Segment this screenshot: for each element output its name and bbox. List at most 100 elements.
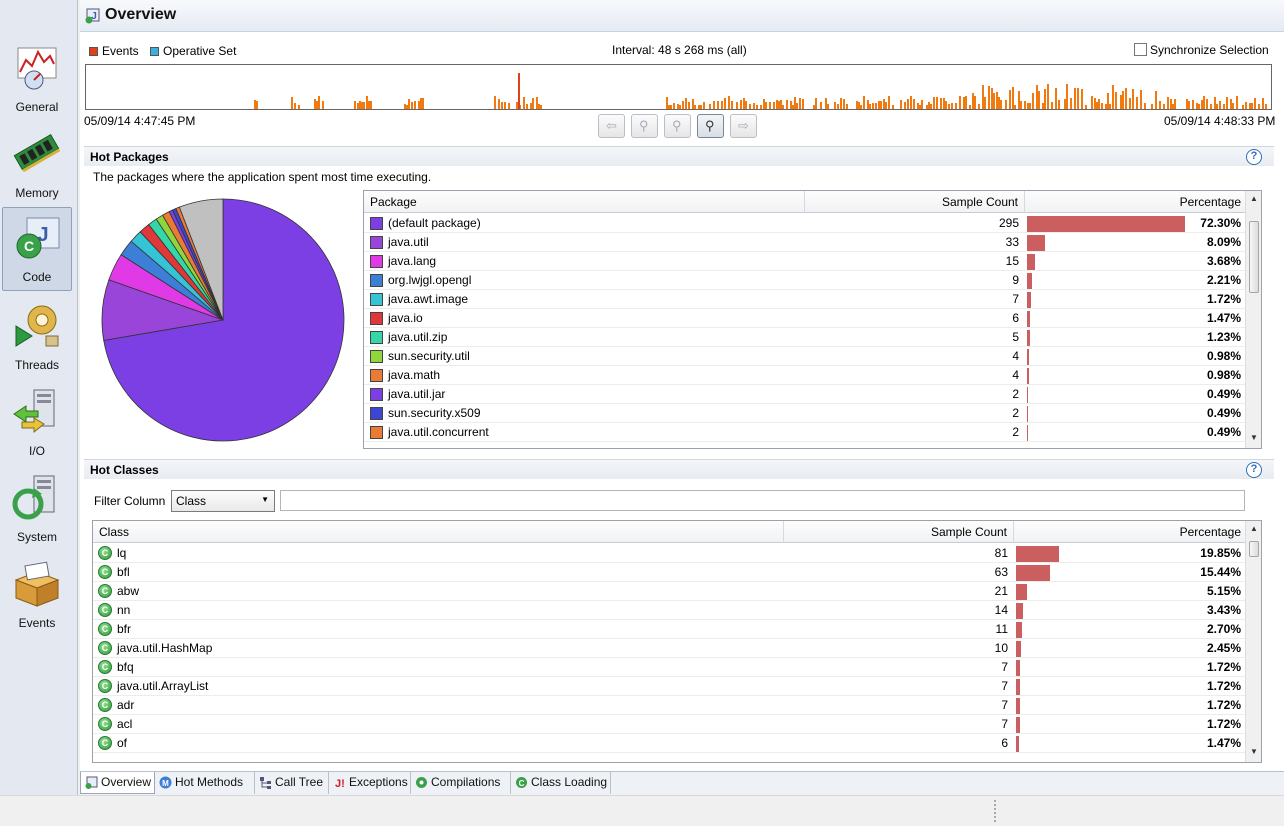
timeline-chart[interactable] xyxy=(85,64,1272,110)
packages-scrollbar[interactable]: ▲ ▼ xyxy=(1245,191,1261,448)
timeline-event-mark xyxy=(863,96,865,109)
tab-compilations[interactable]: Compilations xyxy=(411,772,511,794)
timeline-event-mark xyxy=(1125,88,1127,109)
scroll-up-icon[interactable]: ▲ xyxy=(1250,524,1258,533)
classes-scrollbar[interactable]: ▲ ▼ xyxy=(1245,521,1261,762)
timeline-event-mark xyxy=(366,96,368,109)
hot-classes-header: Hot Classes ? xyxy=(84,459,1274,479)
table-row[interactable]: Cnn 14 3.43% xyxy=(93,601,1247,620)
table-row[interactable]: Cjava.util.HashMap 10 2.45% xyxy=(93,639,1247,658)
tab-label: Overview xyxy=(101,775,152,789)
sidebar-item-threads[interactable]: Threads xyxy=(2,294,72,378)
table-row[interactable]: java.util.jar 2 0.49% xyxy=(364,385,1247,404)
sidebar-item-code[interactable]: J C Code xyxy=(2,207,72,291)
percentage: 1.23% xyxy=(1206,330,1241,344)
class-icon: C xyxy=(98,679,112,693)
scroll-thumb[interactable] xyxy=(1249,541,1259,557)
nav-back-button[interactable]: ⇦ xyxy=(598,114,625,138)
scroll-thumb[interactable] xyxy=(1249,221,1259,293)
filter-column-select[interactable]: Class ▼ xyxy=(171,490,275,512)
scroll-up-icon[interactable]: ▲ xyxy=(1250,194,1258,203)
timeline-event-mark xyxy=(688,102,690,109)
sample-count: 33 xyxy=(1005,235,1019,249)
table-row[interactable]: Cbfl 63 15.44% xyxy=(93,563,1247,582)
table-row[interactable]: Cadr 7 1.72% xyxy=(93,696,1247,715)
timeline-event-mark xyxy=(843,99,845,109)
help-icon[interactable]: ? xyxy=(1246,462,1262,478)
timeline-event-mark xyxy=(685,98,687,109)
table-row[interactable]: (default package) 295 72.30% xyxy=(364,214,1247,233)
table-row[interactable]: Cbfq 7 1.72% xyxy=(93,658,1247,677)
timeline-event-mark xyxy=(963,97,965,109)
sync-checkbox[interactable] xyxy=(1134,43,1147,56)
help-icon[interactable]: ? xyxy=(1246,149,1262,165)
table-row[interactable]: Cabw 21 5.15% xyxy=(93,582,1247,601)
table-row[interactable]: java.util.zip 5 1.23% xyxy=(364,328,1247,347)
col-percentage[interactable]: Percentage xyxy=(1025,191,1247,213)
table-row[interactable]: sun.security.util 4 0.98% xyxy=(364,347,1247,366)
nav-forward-button[interactable]: ⇨ xyxy=(730,114,757,138)
zoom-in-button[interactable]: ⚲ xyxy=(697,114,724,138)
timeline-event-mark xyxy=(1101,103,1103,109)
table-row[interactable]: Clq 81 19.85% xyxy=(93,544,1247,563)
sidebar-item-system[interactable]: System xyxy=(2,466,72,550)
class-name: lq xyxy=(117,546,127,560)
table-row[interactable]: Cjava.util.ArrayList 7 1.72% xyxy=(93,677,1247,696)
timeline-event-mark xyxy=(867,100,869,109)
sidebar-item-general[interactable]: General xyxy=(2,36,72,120)
filter-input[interactable] xyxy=(280,490,1245,511)
col-package[interactable]: Package xyxy=(364,191,805,213)
table-row[interactable]: org.lwjgl.opengl 9 2.21% xyxy=(364,271,1247,290)
col-sample-count[interactable]: Sample Count xyxy=(784,521,1014,543)
tab-hot-methods[interactable]: M Hot Methods xyxy=(155,772,255,794)
table-row[interactable]: java.io 6 1.47% xyxy=(364,309,1247,328)
tab-class-loading[interactable]: C Class Loading xyxy=(511,772,611,794)
zoom-reset-button[interactable]: ⚲ xyxy=(664,114,691,138)
col-class[interactable]: Class xyxy=(93,521,784,543)
percentage: 19.85% xyxy=(1200,546,1241,560)
timeline-event-mark xyxy=(840,98,842,109)
tab-call-tree[interactable]: Call Tree xyxy=(255,772,329,794)
timeline-event-mark xyxy=(677,104,679,109)
timeline-event-mark xyxy=(408,99,410,109)
tab-overview[interactable]: Overview xyxy=(80,772,155,794)
timeline-event-mark xyxy=(361,102,363,109)
timeline-event-mark xyxy=(1081,89,1083,109)
zoom-out-button[interactable]: ⚲ xyxy=(631,114,658,138)
sidebar-item-events[interactable]: Events xyxy=(2,552,72,636)
scroll-down-icon[interactable]: ▼ xyxy=(1250,433,1258,442)
timeline-event-mark xyxy=(1151,104,1153,109)
page-title: Overview xyxy=(105,6,177,23)
start-time: 05/09/14 4:47:45 PM xyxy=(84,114,196,128)
timeline-event-mark xyxy=(856,101,858,109)
timeline-event-mark xyxy=(780,100,782,109)
svg-text:M: M xyxy=(162,779,169,788)
class-name: adr xyxy=(117,698,135,712)
table-row[interactable]: java.awt.image 7 1.72% xyxy=(364,290,1247,309)
class-icon: C xyxy=(98,584,112,598)
sidebar-item-io[interactable]: I/O xyxy=(2,380,72,464)
timeline-event-mark xyxy=(1174,99,1176,109)
system-icon xyxy=(12,475,55,520)
sidebar-item-memory[interactable]: Memory xyxy=(2,122,72,206)
scroll-down-icon[interactable]: ▼ xyxy=(1250,747,1258,756)
package-name: java.util xyxy=(388,235,429,249)
col-sample-count[interactable]: Sample Count xyxy=(805,191,1025,213)
table-row[interactable]: sun.security.x509 2 0.49% xyxy=(364,404,1247,423)
col-percentage[interactable]: Percentage xyxy=(1014,521,1247,543)
tab-exceptions[interactable]: J! Exceptions xyxy=(329,772,411,794)
timeline-event-mark xyxy=(1120,95,1122,109)
tab-label: Compilations xyxy=(431,775,501,789)
table-row[interactable]: Cof 6 1.47% xyxy=(93,734,1247,753)
table-row[interactable]: java.util.concurrent 2 0.49% xyxy=(364,423,1247,442)
table-row[interactable]: Cacl 7 1.72% xyxy=(93,715,1247,734)
table-row[interactable]: java.lang 15 3.68% xyxy=(364,252,1247,271)
timeline-event-mark xyxy=(673,103,675,109)
table-row[interactable]: java.util 33 8.09% xyxy=(364,233,1247,252)
table-row[interactable]: Cbfr 11 2.70% xyxy=(93,620,1247,639)
sidebar-item-label: Memory xyxy=(15,186,59,200)
timeline-event-mark xyxy=(1112,85,1114,109)
timeline-event-mark xyxy=(256,101,258,109)
timeline-event-mark xyxy=(982,85,984,109)
table-row[interactable]: java.math 4 0.98% xyxy=(364,366,1247,385)
